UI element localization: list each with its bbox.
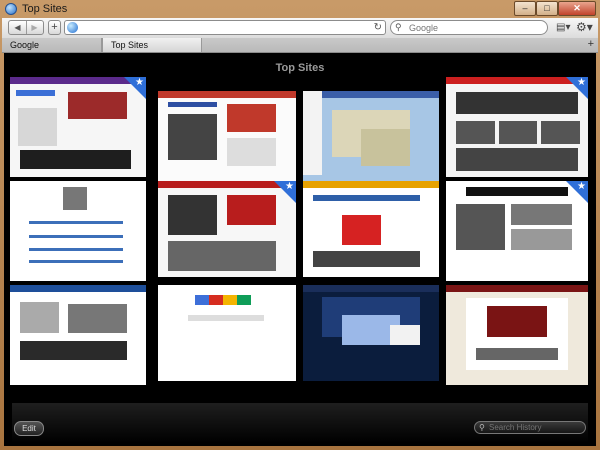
add-bookmark-button[interactable]: +	[48, 20, 61, 35]
thumbnail-content-block	[68, 303, 127, 333]
top-site-thumbnail[interactable]	[158, 91, 296, 181]
thumbnail-content-block	[29, 260, 123, 264]
thumbnail-content-block	[223, 295, 237, 305]
top-site-thumbnail[interactable]	[303, 285, 439, 381]
forward-button[interactable]: ▶	[26, 21, 43, 34]
top-site-thumbnail[interactable]	[158, 181, 296, 277]
thumbnail-content-block	[17, 108, 57, 146]
top-site-thumbnail[interactable]	[303, 91, 439, 181]
search-field[interactable]: ⚲	[390, 20, 548, 35]
thumbnail-content-block	[390, 325, 420, 345]
thumbnail-content-block	[312, 251, 420, 267]
top-site-thumbnail[interactable]	[446, 181, 588, 281]
thumbnail-content-block	[29, 247, 123, 251]
toolbar: ◀ ▶ + ↻ ⚲ ▤▾ ⚙▾	[2, 18, 598, 39]
tab-top-sites[interactable]: Top Sites	[102, 38, 202, 52]
minimize-button[interactable]: –	[514, 1, 536, 16]
thumbnail-content-block	[510, 228, 572, 250]
thumbnail-content-block	[541, 120, 580, 144]
thumbnail-content-block	[29, 220, 123, 224]
thumbnail-header	[158, 91, 296, 98]
thumbnail-content-block	[187, 315, 265, 321]
top-site-thumbnail[interactable]	[158, 285, 296, 381]
search-icon: ⚲	[479, 423, 485, 432]
search-input[interactable]	[409, 21, 545, 34]
search-icon: ⚲	[395, 22, 402, 32]
pinned-star-icon[interactable]	[566, 77, 588, 99]
window-title: Top Sites	[22, 3, 68, 15]
title-bar: Top Sites – □ ✕	[0, 0, 600, 18]
thumbnail-content-block	[63, 187, 87, 211]
thumbnail-header	[303, 285, 439, 292]
thumbnail-content-block	[303, 91, 323, 176]
history-search-field[interactable]: ⚲	[474, 421, 586, 434]
thumbnail-content-block	[15, 89, 55, 96]
thumbnail-content-block	[227, 137, 277, 166]
edit-button[interactable]: Edit	[14, 421, 44, 436]
thumbnail-content-block	[361, 128, 410, 166]
thumbnail-content-block	[209, 295, 224, 305]
thumbnail-content-block	[29, 235, 123, 239]
thumbnail-header	[303, 181, 439, 188]
history-search-input[interactable]	[489, 422, 583, 433]
thumbnail-content-block	[167, 113, 218, 161]
top-site-thumbnail[interactable]	[10, 77, 146, 177]
thumbnail-content-block	[510, 203, 572, 225]
back-button[interactable]: ◀	[9, 21, 27, 34]
page-menu-icon[interactable]: ▤▾	[556, 20, 574, 35]
thumbnail-content-block	[312, 195, 420, 201]
browser-window: Top Sites – □ ✕ ◀ ▶ + ↻ ⚲ ▤▾ ⚙▾ Google T…	[0, 0, 600, 450]
thumbnail-header	[158, 285, 296, 292]
thumbnail-header	[10, 285, 146, 292]
thumbnail-content-block	[227, 195, 277, 225]
reload-icon[interactable]: ↻	[374, 21, 382, 34]
top-site-thumbnail[interactable]	[446, 285, 588, 385]
thumbnail-content-block	[466, 187, 568, 196]
top-site-thumbnail[interactable]	[303, 181, 439, 277]
page-title: Top Sites	[275, 62, 325, 74]
top-site-thumbnail[interactable]	[10, 285, 146, 385]
thumbnail-content-block	[167, 241, 277, 271]
thumbnail-content-block	[456, 147, 578, 171]
new-tab-button[interactable]: +	[588, 38, 594, 51]
safari-icon	[5, 3, 17, 15]
thumbnail-content-block	[19, 149, 132, 169]
pinned-star-icon[interactable]	[566, 181, 588, 203]
thumbnail-content-block	[167, 102, 218, 107]
top-site-thumbnail[interactable]	[446, 77, 588, 177]
thumbnail-header	[303, 91, 439, 98]
pinned-star-icon[interactable]	[124, 77, 146, 99]
close-button[interactable]: ✕	[558, 1, 596, 16]
thumbnail-content-block	[236, 295, 251, 305]
top-site-thumbnail[interactable]	[10, 181, 146, 281]
thumbnail-content-block	[227, 104, 277, 133]
address-bar[interactable]: ↻	[64, 20, 386, 35]
thumbnail-content-block	[19, 301, 59, 333]
navigation-buttons: ◀ ▶	[8, 20, 44, 35]
thumbnail-content-block	[19, 341, 127, 360]
thumbnail-content-block	[167, 195, 218, 235]
thumbnail-header	[446, 285, 588, 292]
tab-bar: Google Top Sites +	[2, 38, 598, 53]
thumbnail-content-block	[341, 215, 381, 245]
globe-icon	[67, 22, 78, 33]
gear-icon[interactable]: ⚙▾	[576, 20, 594, 35]
thumbnail-content-block	[476, 347, 558, 360]
thumbnail-content-block	[498, 120, 538, 144]
maximize-button[interactable]: □	[536, 1, 558, 16]
tab-google[interactable]: Google	[2, 38, 102, 52]
top-sites-view: Top Sites Edit ⚲	[4, 53, 596, 446]
thumbnail-content-block	[456, 91, 578, 115]
thumbnail-content-block	[456, 203, 505, 250]
thumbnail-content-block	[456, 120, 495, 144]
thumbnail-content-block	[486, 305, 548, 338]
thumbnail-content-block	[195, 295, 210, 305]
pinned-star-icon[interactable]	[274, 181, 296, 203]
thumbnail-content-block	[68, 91, 127, 119]
